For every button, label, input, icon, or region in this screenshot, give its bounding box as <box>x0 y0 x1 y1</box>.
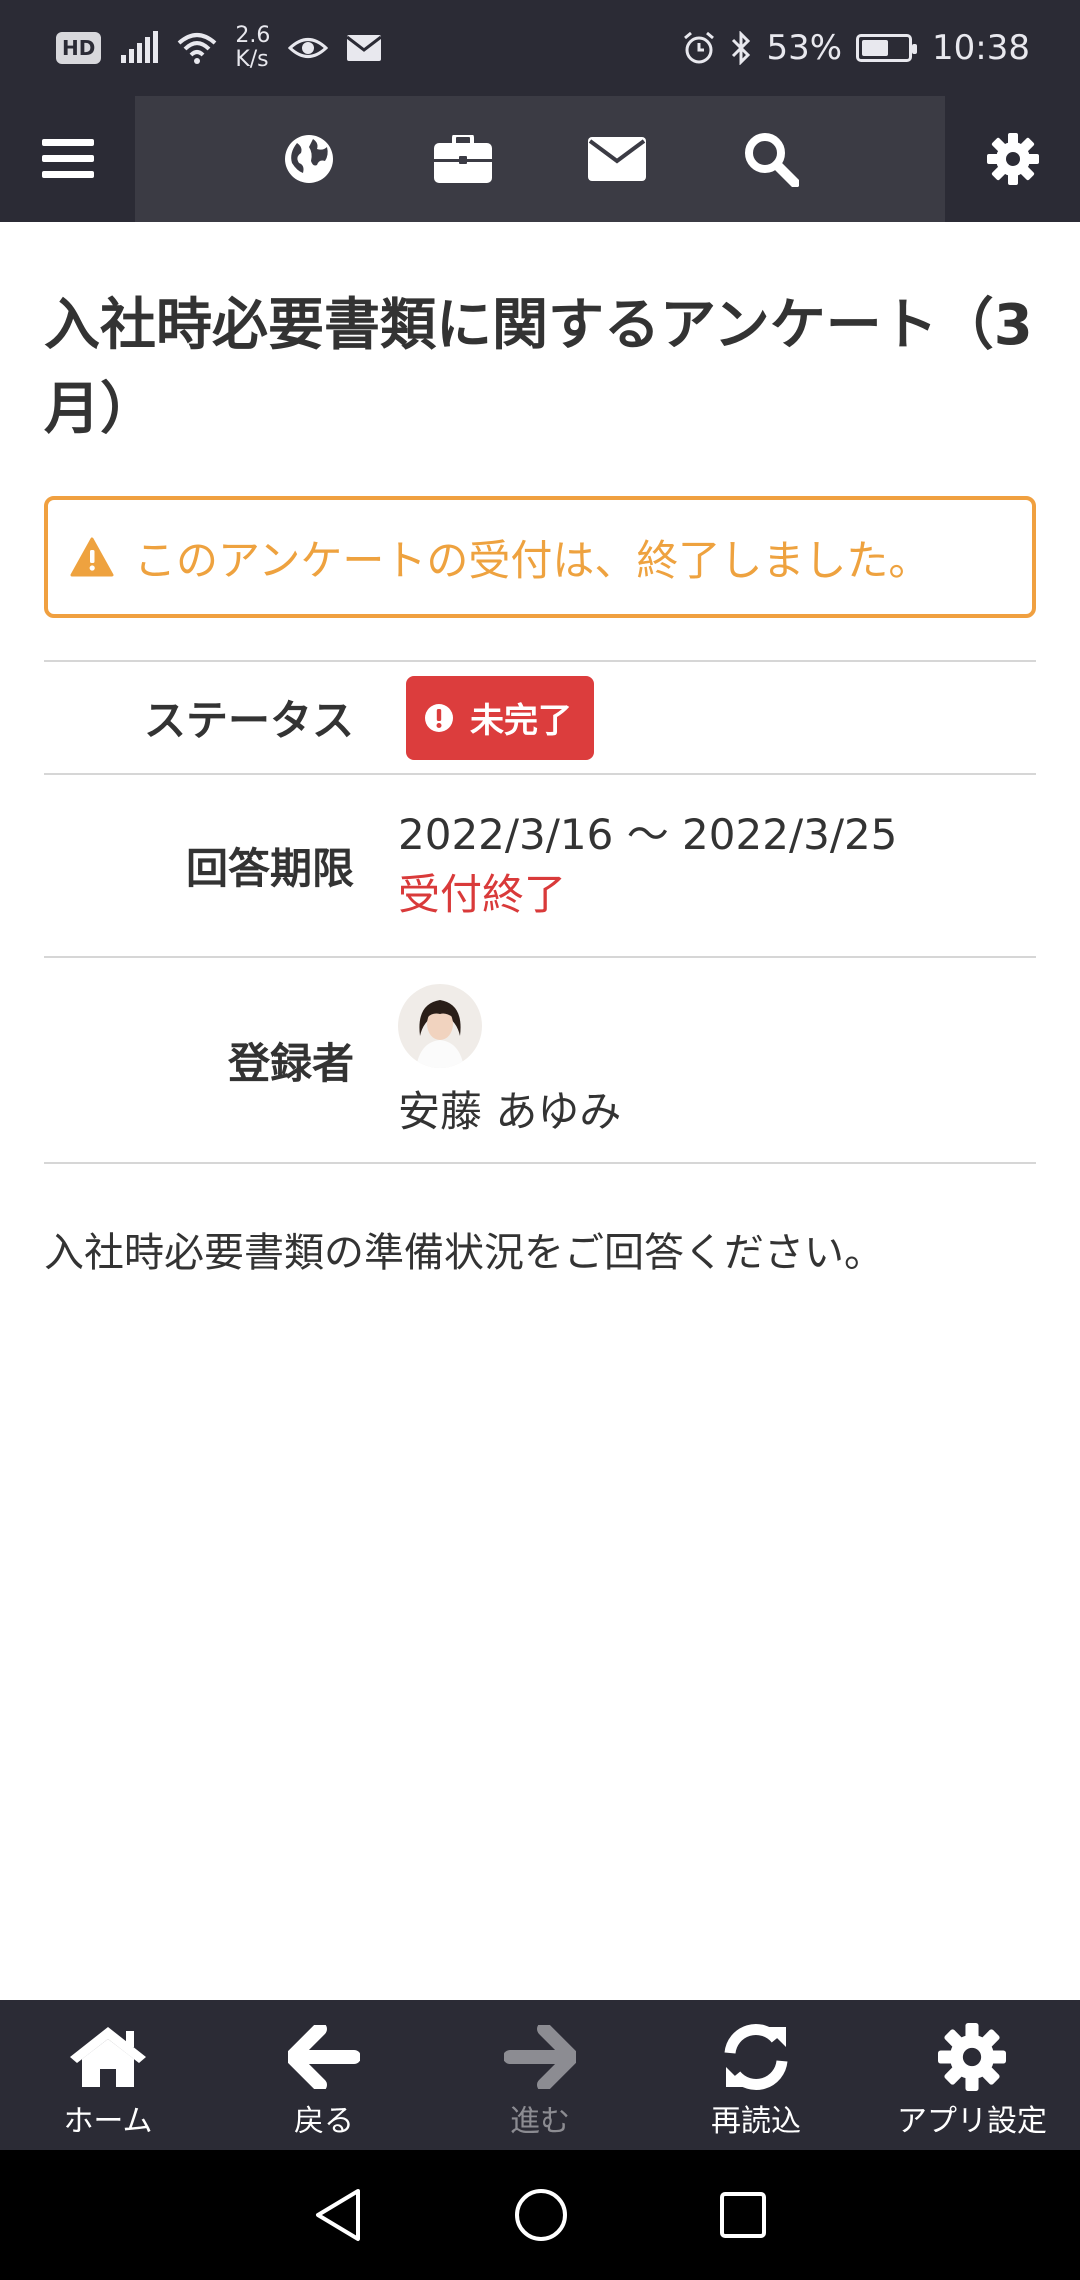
registrant-name: 安藤 あゆみ <box>398 1087 622 1136</box>
tab-back[interactable]: 戻る <box>216 2000 432 2150</box>
globe-button[interactable] <box>269 119 349 199</box>
battery-percent: 53% <box>766 28 843 68</box>
menu-button[interactable] <box>0 96 135 222</box>
status-badge: 未完了 <box>406 675 594 760</box>
home-circle-icon[interactable] <box>514 2188 568 2242</box>
search-button[interactable] <box>731 119 811 199</box>
hd-badge: HD <box>56 32 102 64</box>
status-row: ステータス 未完了 <box>44 662 1036 775</box>
tab-app-settings[interactable]: アプリ設定 <box>864 2000 1080 2150</box>
tab-home-label: ホーム <box>63 2104 153 2139</box>
recents-square-icon[interactable] <box>718 2190 768 2240</box>
system-nav-bar <box>0 2150 1080 2280</box>
status-bar: HD 2.6 K/s 53% 10:38 <box>0 0 1080 96</box>
bottom-tab-bar: ホーム 戻る 進む 再読込 アプリ設定 <box>0 2000 1080 2150</box>
wifi-icon <box>178 33 217 64</box>
description: 入社時必要書類の準備状況をご回答ください。 <box>44 1230 884 1276</box>
arrow-right-icon <box>504 2025 576 2089</box>
arrow-left-icon <box>288 2025 360 2089</box>
tab-forward[interactable]: 進む <box>432 2000 648 2150</box>
back-triangle-icon[interactable] <box>312 2187 364 2243</box>
registrant-label: 登録者 <box>227 1038 354 1088</box>
search-icon <box>745 133 799 187</box>
battery-icon <box>856 34 918 62</box>
briefcase-button[interactable] <box>423 119 503 199</box>
deadline-range: 2022/3/16 〜 2022/3/25 <box>398 810 898 859</box>
signal-icon <box>121 31 159 63</box>
tab-back-label: 戻る <box>294 2104 354 2139</box>
deadline-row: 回答期限 2022/3/16 〜 2022/3/25 受付終了 <box>44 775 1036 958</box>
gear-icon <box>938 2023 1006 2091</box>
tab-forward-label: 進む <box>510 2104 570 2139</box>
deadline-label: 回答期限 <box>185 844 354 893</box>
avatar <box>398 984 482 1068</box>
net-speed: 2.6 K/s <box>235 24 270 72</box>
gear-icon <box>986 133 1039 185</box>
app-bar-actions <box>135 96 945 222</box>
status-label: ステータス <box>143 696 354 745</box>
mail-button[interactable] <box>577 119 657 199</box>
closed-alert: このアンケートの受付は、終了しました。 <box>44 496 1036 618</box>
briefcase-icon <box>434 135 492 183</box>
main-content: 入社時必要書類に関するアンケート（3月） このアンケートの受付は、終了しました。… <box>44 222 1036 1278</box>
bluetooth-icon <box>732 31 751 65</box>
home-icon <box>70 2027 146 2087</box>
hamburger-menu-icon <box>41 139 94 178</box>
deadline-state: 受付終了 <box>398 870 567 919</box>
warning-icon <box>70 537 114 577</box>
refresh-icon <box>724 2024 788 2090</box>
settings-button[interactable] <box>945 96 1080 222</box>
globe-icon <box>285 135 333 183</box>
tab-home[interactable]: ホーム <box>0 2000 216 2150</box>
net-speed-value: 2.6 <box>235 23 271 48</box>
tab-reload-label: 再読込 <box>711 2104 801 2139</box>
app-bar <box>0 96 1080 222</box>
alert-text: このアンケートの受付は、終了しました。 <box>134 535 931 585</box>
clock: 10:38 <box>932 28 1030 68</box>
tab-reload[interactable]: 再読込 <box>648 2000 864 2150</box>
mail-notification-icon <box>346 35 383 61</box>
net-speed-unit: K/s <box>235 47 269 72</box>
exclamation-circle-icon <box>425 703 453 732</box>
alarm-icon <box>684 31 715 64</box>
info-table: ステータス 未完了 回答期限 2022/3/16 〜 2022/3/25 受付終… <box>44 660 1036 1164</box>
mail-icon <box>588 137 646 181</box>
page-title: 入社時必要書類に関するアンケート（3月） <box>44 293 1033 442</box>
status-badge-text: 未完了 <box>470 701 572 741</box>
eye-icon <box>288 38 329 58</box>
tab-app-settings-label: アプリ設定 <box>897 2104 1047 2139</box>
registrant-row: 登録者 安藤 あゆみ <box>44 958 1036 1164</box>
